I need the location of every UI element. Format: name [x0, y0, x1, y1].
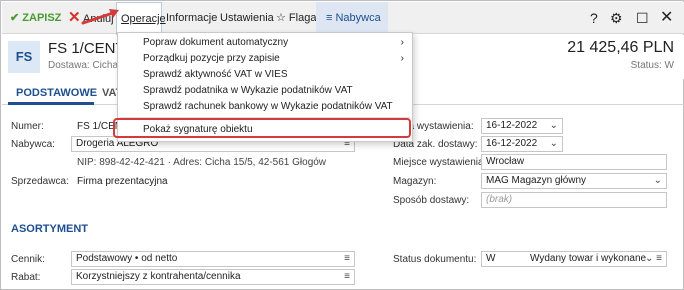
flag-label: Flaga [288, 12, 317, 24]
list-icon[interactable]: ≡ [344, 252, 350, 266]
window-frame: ✔ ZAPISZ ✕ Anuluj Operacje Informacje Us… [0, 0, 684, 290]
document-amount: 21 425,46 PLN [567, 39, 674, 56]
status-dokumentu-field[interactable]: W Wydany towar i wykonane ⌄ ≡ [481, 251, 667, 267]
sposob-field[interactable]: (brak) [481, 192, 667, 208]
nabywca-button[interactable]: ≡ Nabywca [316, 2, 388, 34]
document-type-badge: FS [8, 41, 40, 73]
magazyn-label: Magazyn: [393, 176, 437, 187]
menu-item-label: Popraw dokument automatyczny [143, 37, 289, 48]
menu-informacje[interactable]: Informacje [166, 2, 217, 34]
numer-label: Numer: [11, 121, 44, 132]
sprzedawca-value[interactable]: Firma prezentacyjna [77, 176, 168, 187]
chevron-right-icon: › [400, 53, 404, 64]
menu-ustawienia[interactable]: Ustawienia [220, 2, 274, 34]
check-icon: ✔ [10, 12, 23, 24]
data-dostawy-field[interactable]: 16-12-2022 ⌄ [481, 136, 563, 152]
help-icon[interactable]: ? [590, 2, 598, 34]
rabat-value: Korzystniejszy z kontrahenta/cennika [76, 271, 241, 282]
list-icon[interactable]: ≡ [344, 270, 350, 284]
magazyn-value: MAG Magazyn główny [486, 175, 587, 186]
menu-item-wykaz-rachunek[interactable]: Sprawdź rachunek bankowy w Wykazie podat… [118, 99, 412, 115]
data-wystawienia-value: 16-12-2022 [486, 120, 538, 131]
rabat-field[interactable]: Korzystniejszy z kontrahenta/cennika ≡ [71, 269, 355, 285]
nabywca-label: Nabywca [335, 12, 381, 24]
miejsce-field[interactable]: Wrocław [481, 154, 667, 170]
data-wystawienia-field[interactable]: 16-12-2022 ⌄ [481, 118, 563, 134]
menu-item-popraw[interactable]: Popraw dokument automatyczny › [118, 35, 412, 51]
pointer-arrow-icon [81, 9, 119, 25]
magazyn-field[interactable]: MAG Magazyn główny ⌄ [481, 173, 667, 189]
sposob-label: Sposób dostawy: [393, 195, 470, 206]
chevron-down-icon[interactable]: ⌄ [550, 119, 558, 133]
chevron-down-icon[interactable]: ⌄ [550, 137, 558, 151]
cennik-value: Podstawowy • od netto [76, 253, 178, 264]
document-status: Status: W [630, 60, 674, 71]
highlight-box [113, 118, 411, 138]
menu-item-vies[interactable]: Sprawdź aktywność VAT w VIES [118, 67, 412, 83]
maximize-icon[interactable]: ☐ [636, 2, 649, 34]
status-value: Wydany towar i wykonane [530, 253, 647, 264]
chevron-down-icon[interactable]: ⌄ [654, 174, 662, 188]
cennik-field[interactable]: Podstawowy • od netto ≡ [71, 251, 355, 267]
status-code: W [486, 253, 496, 264]
chevron-down-icon[interactable]: ⌄ ≡ [645, 252, 662, 266]
document-subtitle: Dostawa: Cicha [48, 60, 119, 71]
chevron-right-icon: › [400, 37, 404, 48]
nabywca-details: NIP: 898-42-42-421 · Adres: Cicha 15/5, … [77, 157, 327, 168]
tab-podstawowe[interactable]: PODSTAWOWE [8, 81, 97, 105]
menu-item-wykaz-podatnika[interactable]: Sprawdź podatnika w Wykazie podatników V… [118, 83, 412, 99]
close-window-icon[interactable]: ✕ [660, 2, 673, 34]
section-asortyment: ASORTYMENT [11, 223, 88, 235]
menu-item-label: Sprawdź aktywność VAT w VIES [143, 69, 288, 80]
gear-icon[interactable]: ⚙ [610, 2, 623, 34]
miejsce-label: Miejsce wystawienia: [393, 157, 487, 168]
rabat-label: Rabat: [11, 272, 41, 283]
save-label: ZAPISZ [22, 12, 62, 24]
menu-item-label: Sprawdź podatnika w Wykazie podatników V… [143, 85, 353, 96]
nabywca-field-label: Nabywca: [11, 139, 55, 150]
save-button[interactable]: ✔ ZAPISZ [10, 2, 61, 34]
menu-item-label: Porządkuj pozycje przy zapisie [143, 53, 280, 64]
menu-item-label: Sprawdź rachunek bankowy w Wykazie podat… [143, 101, 393, 112]
star-icon: ☆ [276, 12, 289, 24]
data-dostawy-value: 16-12-2022 [486, 138, 538, 149]
flag-button[interactable]: ☆ Flaga [276, 2, 316, 34]
sprzedawca-label: Sprzedawca: [11, 176, 69, 187]
menu-item-porzadkuj[interactable]: Porządkuj pozycje przy zapisie › [118, 51, 412, 67]
cennik-label: Cennik: [11, 254, 45, 265]
status-dokumentu-label: Status dokumentu: [393, 254, 477, 265]
